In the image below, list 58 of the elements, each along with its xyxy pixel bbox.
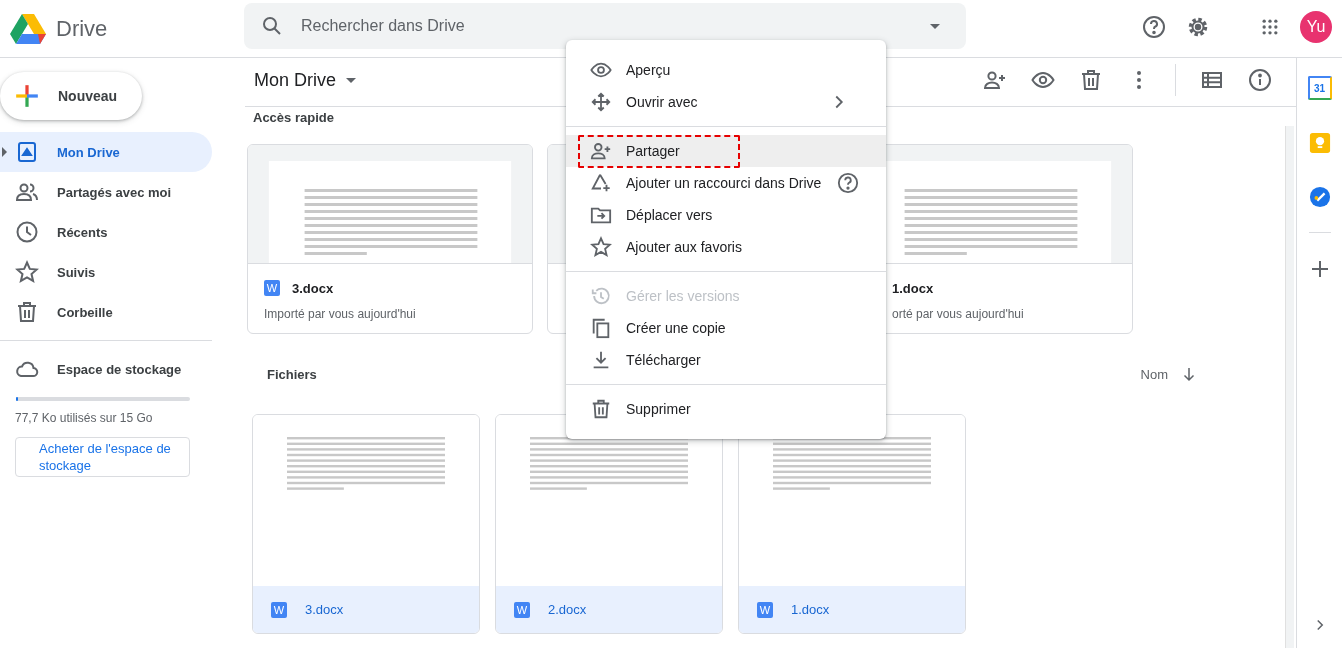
nav-item[interactable]: Corbeille: [0, 292, 212, 332]
nav-item[interactable]: Suivis: [0, 252, 212, 292]
storage-usage: 77,7 Ko utilisés sur 15 Go: [15, 411, 154, 425]
account-avatar[interactable]: Yu: [1300, 10, 1332, 43]
trash-icon: [15, 300, 39, 324]
folder-title[interactable]: Mon Drive: [245, 70, 371, 91]
word-file-icon: W: [757, 601, 773, 618]
star-icon: [15, 260, 39, 284]
menu-item[interactable]: Ouvrir avec: [566, 86, 886, 118]
shortcut-icon: [590, 172, 612, 194]
file-card[interactable]: W 3.docx Importé par vous aujourd'hui: [247, 144, 533, 334]
nav-item[interactable]: Partagés avec moi: [0, 172, 212, 212]
help-icon[interactable]: [1142, 14, 1166, 39]
clock-icon: [15, 220, 39, 244]
menu-item[interactable]: Aperçu: [566, 54, 886, 86]
section-title: Accès rapide: [252, 109, 335, 127]
history-icon: [590, 285, 612, 307]
storage-link[interactable]: Espace de stockage: [0, 349, 200, 389]
check-circle-icon[interactable]: [1308, 186, 1331, 208]
help-icon[interactable]: [837, 172, 860, 194]
file-card[interactable]: W 1.docx: [738, 414, 966, 634]
scrollbar[interactable]: [1285, 126, 1294, 648]
dropdown-caret-icon[interactable]: [346, 78, 357, 83]
move-icon: [590, 91, 612, 113]
drive-icon: [15, 140, 39, 164]
file-subtitle: Importé par vous aujourd'hui: [264, 307, 417, 321]
nav-item[interactable]: Mon Drive: [0, 132, 212, 172]
word-file-icon: W: [264, 280, 280, 296]
drive-logo: [10, 12, 46, 45]
search-field[interactable]: Rechercher dans Drive: [244, 2, 966, 49]
nav-item[interactable]: Récents: [0, 212, 212, 252]
file-name: 1.docx: [892, 280, 934, 296]
dropdown-caret-icon[interactable]: [930, 23, 940, 29]
section-title: Fichiers: [267, 366, 317, 382]
info-icon[interactable]: [1248, 68, 1272, 92]
plus-icon: [14, 83, 40, 109]
person-add-icon: [590, 140, 612, 162]
file-name: 3.docx: [305, 602, 344, 617]
trash-icon: [590, 398, 612, 420]
file-name: 3.docx: [292, 280, 334, 296]
app-name: Drive: [56, 15, 108, 42]
calendar-icon[interactable]: 31: [1307, 76, 1332, 100]
sort-button[interactable]: Nom: [1140, 365, 1198, 383]
file-name: 2.docx: [548, 602, 587, 617]
buy-storage-button[interactable]: Acheter de l'espace de stockage: [15, 437, 190, 477]
file-name: 1.docx: [791, 602, 830, 617]
file-subtitle: orté par vous aujourd'hui: [892, 307, 1025, 321]
word-file-icon: W: [271, 601, 287, 618]
star-icon: [590, 236, 612, 258]
menu-item[interactable]: Partager: [566, 135, 886, 167]
copy-icon: [590, 317, 612, 339]
expand-arrow-icon[interactable]: [2, 147, 7, 157]
trash-icon[interactable]: [1079, 68, 1103, 92]
file-card[interactable]: W 3.docx: [252, 414, 480, 634]
share-icon[interactable]: [983, 68, 1007, 92]
menu-item[interactable]: Télécharger: [566, 344, 886, 376]
word-file-icon: W: [514, 601, 530, 618]
new-button[interactable]: Nouveau: [0, 72, 142, 120]
